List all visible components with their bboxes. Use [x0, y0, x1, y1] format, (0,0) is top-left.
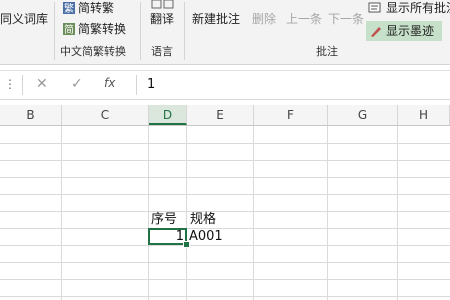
enter-icon[interactable]: ✓: [71, 76, 83, 92]
formula-bar: ⋮ ✕ ✓ fx 1: [0, 70, 450, 100]
gridline: [0, 143, 450, 144]
cell-d-header[interactable]: 序号: [151, 211, 177, 228]
ribbon-separator: [184, 2, 185, 60]
gridline: [0, 160, 450, 161]
formula-bar-separator: [136, 75, 137, 95]
simp-to-trad-button[interactable]: 简繁转换: [78, 22, 126, 36]
trad-to-simp-button[interactable]: 简转繁: [78, 1, 114, 15]
gridline: [0, 296, 450, 297]
column-header-e[interactable]: E: [187, 105, 254, 125]
cell-d-value[interactable]: 1: [150, 228, 184, 245]
column-header-d[interactable]: D: [149, 105, 187, 125]
ribbon-separator: [140, 2, 141, 60]
column-header-h[interactable]: H: [398, 105, 450, 125]
ribbon-separator: [54, 2, 55, 60]
gridline: [0, 245, 450, 246]
gridline: [0, 228, 450, 229]
show-all-comments-icon: [368, 1, 382, 15]
gridline: [186, 126, 187, 300]
group-label-chinese: 中文简繁转换: [60, 45, 126, 58]
gridline: [327, 126, 328, 300]
gridline: [0, 279, 450, 280]
translate-button[interactable]: 翻译: [150, 12, 174, 26]
column-header-b[interactable]: B: [0, 105, 62, 125]
group-label-language: 语言: [151, 45, 173, 58]
svg-text:简: 简: [64, 23, 74, 36]
translate-icon: [150, 0, 176, 10]
new-comment-button[interactable]: 新建批注: [192, 12, 240, 26]
show-ink-button[interactable]: 显示墨迹: [386, 24, 434, 38]
gridline: [0, 262, 450, 263]
column-header-bar: B C D E F G H: [0, 105, 450, 126]
column-header-c[interactable]: C: [62, 105, 149, 125]
gridline: [148, 126, 149, 300]
gridline: [0, 194, 450, 195]
gridline: [0, 177, 450, 178]
gridline: [61, 126, 62, 300]
gridline: [253, 126, 254, 300]
gridline: [0, 211, 450, 212]
thesaurus-button[interactable]: 同义词库: [0, 12, 48, 26]
formula-bar-separator: [22, 75, 23, 95]
simp-trad-icon: 简: [62, 22, 76, 36]
gridline: [397, 126, 398, 300]
next-comment-button[interactable]: 下一条: [328, 12, 364, 26]
group-label-comments: 批注: [316, 45, 338, 58]
formula-input[interactable]: 1: [147, 77, 155, 92]
ink-icon: [369, 24, 383, 38]
sheet-grid[interactable]: [0, 126, 450, 300]
cell-e-value[interactable]: A001: [189, 228, 223, 245]
ribbon: 同义词库 繁 简转繁 简 简繁转换 中文简繁转换 翻译 语言 新建批注 删除 上…: [0, 0, 450, 65]
show-all-comments-button[interactable]: 显示所有批注: [386, 1, 450, 15]
delete-comment-button[interactable]: 删除: [252, 12, 276, 26]
cancel-icon[interactable]: ✕: [36, 76, 48, 92]
column-header-f[interactable]: F: [254, 105, 328, 125]
cell-e-header[interactable]: 规格: [190, 211, 216, 228]
name-box-grip-icon[interactable]: ⋮: [4, 77, 16, 91]
svg-text:繁: 繁: [64, 2, 74, 15]
trad-simp-icon: 繁: [62, 1, 76, 15]
column-header-g[interactable]: G: [328, 105, 398, 125]
insert-function-icon[interactable]: fx: [104, 76, 115, 90]
previous-comment-button[interactable]: 上一条: [286, 12, 322, 26]
